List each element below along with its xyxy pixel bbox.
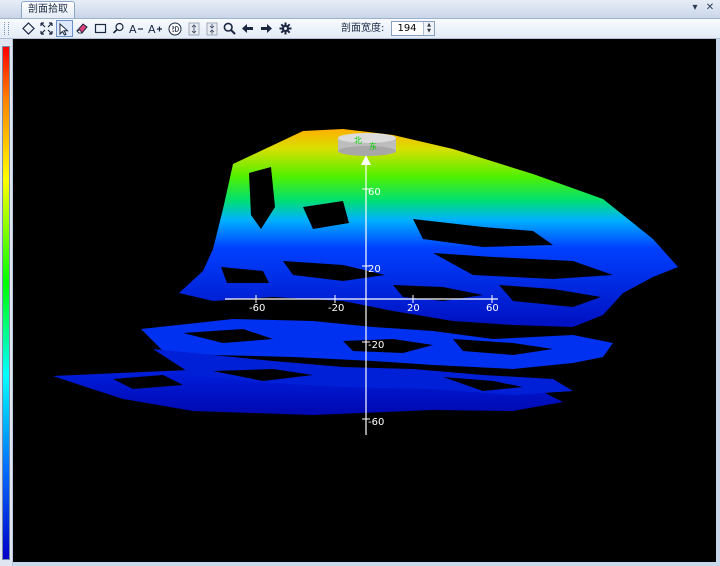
zoom-window-icon[interactable] xyxy=(110,20,127,37)
toolbar-grip[interactable] xyxy=(4,22,9,35)
gear-icon[interactable] xyxy=(277,20,294,37)
3d-viewport[interactable]: -60 -20 20 60 60 20 -20 -60 北 东 xyxy=(13,39,716,562)
x-tick-label: -60 xyxy=(249,303,265,314)
compass-north-label: 北 xyxy=(354,136,362,145)
x-tick-label: 20 xyxy=(407,303,420,314)
elevation-color-bar xyxy=(2,46,10,560)
profile-width-input[interactable] xyxy=(392,22,422,35)
y-tick-label: -20 xyxy=(368,340,384,351)
pointer-select-icon[interactable] xyxy=(56,20,73,37)
svg-text:A: A xyxy=(148,23,156,35)
vertical-stretch-icon[interactable] xyxy=(185,20,202,37)
panel-title-bar: 剖面拾取 ▾ ✕ xyxy=(0,0,720,19)
svg-text:A: A xyxy=(129,23,137,35)
select-none-icon[interactable] xyxy=(20,20,37,37)
toolbar: A A 剖面宽度: ▲ ▼ xyxy=(0,19,720,39)
dropdown-arrow-icon[interactable]: ▾ xyxy=(688,0,702,16)
terrain-point-cloud[interactable]: -60 -20 20 60 60 20 -20 -60 北 东 xyxy=(13,39,716,562)
x-tick-label: 60 xyxy=(486,303,499,314)
bottom-border xyxy=(13,562,716,566)
compass-east-label: 东 xyxy=(369,141,377,151)
x-tick-label: -20 xyxy=(328,303,344,314)
spin-down-icon[interactable]: ▼ xyxy=(424,28,434,34)
zoom-extent-icon[interactable] xyxy=(38,20,55,37)
profile-width-label: 剖面宽度: xyxy=(341,23,385,34)
close-icon[interactable]: ✕ xyxy=(703,0,717,16)
spinner-buttons: ▲ ▼ xyxy=(423,22,434,35)
3d-view-icon[interactable] xyxy=(166,20,183,37)
rectangle-select-icon[interactable] xyxy=(92,20,109,37)
y-tick-label: -60 xyxy=(368,417,384,428)
arrow-right-icon[interactable] xyxy=(258,20,275,37)
color-legend-panel xyxy=(0,39,13,566)
profile-width-spinner[interactable]: ▲ ▼ xyxy=(391,21,435,36)
right-border xyxy=(716,39,720,566)
compass-icon[interactable]: 北 东 xyxy=(338,133,396,156)
eraser-icon[interactable] xyxy=(74,20,91,37)
font-decrease-icon[interactable]: A xyxy=(128,20,145,37)
arrow-left-icon[interactable] xyxy=(239,20,256,37)
y-tick-label: 20 xyxy=(368,264,381,275)
search-icon[interactable] xyxy=(221,20,238,37)
font-increase-icon[interactable]: A xyxy=(147,20,164,37)
y-tick-label: 60 xyxy=(368,187,381,198)
vertical-compress-icon[interactable] xyxy=(203,20,220,37)
tab-profile-pick[interactable]: 剖面拾取 xyxy=(21,1,75,18)
